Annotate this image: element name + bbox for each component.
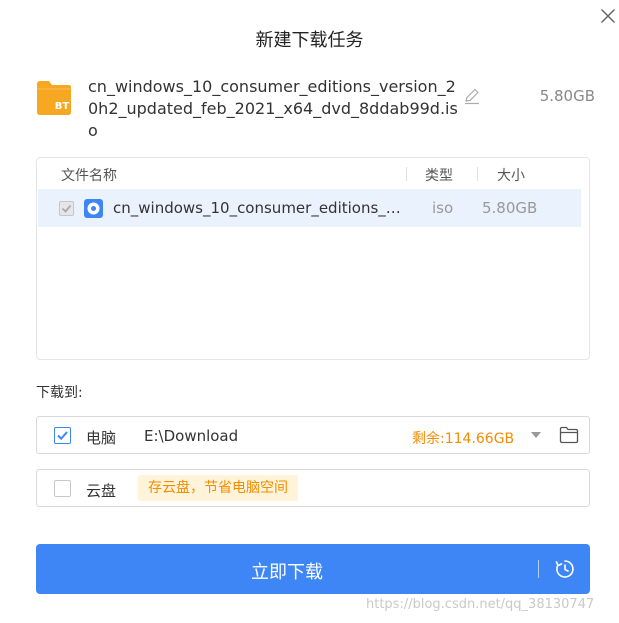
- download-now-button[interactable]: 立即下载: [36, 544, 590, 594]
- dialog-title: 新建下载任务: [255, 30, 364, 51]
- column-header-type[interactable]: 类型: [425, 165, 453, 185]
- download-now-label: 立即下载: [251, 562, 323, 583]
- file-total-size: 5.80GB: [539, 87, 595, 105]
- column-header-name[interactable]: 文件名称: [61, 165, 117, 185]
- watermark-text: https://blog.csdn.net/qq_38130747: [366, 597, 595, 612]
- table-row[interactable]: cn_windows_10_consumer_editions_ve... is…: [38, 189, 581, 227]
- close-icon[interactable]: [598, 6, 618, 26]
- svg-text:BT: BT: [55, 101, 70, 112]
- column-divider[interactable]: [406, 167, 407, 181]
- button-divider: [538, 560, 539, 578]
- scheduled-download-clock-icon[interactable]: [554, 558, 576, 580]
- row-file-size: 5.80GB: [482, 199, 538, 217]
- disc-image-icon: [84, 199, 103, 218]
- edit-pencil-icon[interactable]: [463, 87, 481, 105]
- download-to-label: 下载到:: [36, 385, 83, 401]
- download-option-cloud[interactable]: 云盘 存云盘，节省电脑空间: [36, 469, 590, 507]
- bt-torrent-file-icon: BT: [35, 78, 73, 116]
- pc-label: 电脑: [86, 429, 117, 447]
- row-checkbox[interactable]: [59, 201, 74, 216]
- free-space-text: 剩余:114.66GB: [412, 431, 515, 447]
- row-file-name: cn_windows_10_consumer_editions_ve...: [113, 199, 403, 217]
- pc-checkbox[interactable]: [54, 427, 71, 444]
- row-file-type: iso: [432, 199, 454, 217]
- download-path[interactable]: E:\Download: [144, 427, 238, 445]
- cloud-label: 云盘: [86, 482, 117, 500]
- file-name: cn_windows_10_consumer_editions_version_…: [88, 77, 458, 140]
- folder-browse-icon[interactable]: [559, 426, 579, 444]
- column-header-size[interactable]: 大小: [497, 165, 525, 185]
- file-list-table: 文件名称 类型 大小 cn_windows_10_consumer_editio…: [36, 157, 590, 360]
- table-header: 文件名称 类型 大小: [37, 158, 589, 188]
- column-divider[interactable]: [477, 167, 478, 181]
- path-dropdown-icon[interactable]: [531, 432, 541, 438]
- file-header: BT cn_windows_10_consumer_editions_versi…: [35, 76, 595, 140]
- cloud-tip-badge: 存云盘，节省电脑空间: [138, 475, 298, 501]
- cloud-checkbox[interactable]: [54, 480, 71, 497]
- download-option-pc[interactable]: 电脑 E:\Download 剩余:114.66GB: [36, 416, 590, 454]
